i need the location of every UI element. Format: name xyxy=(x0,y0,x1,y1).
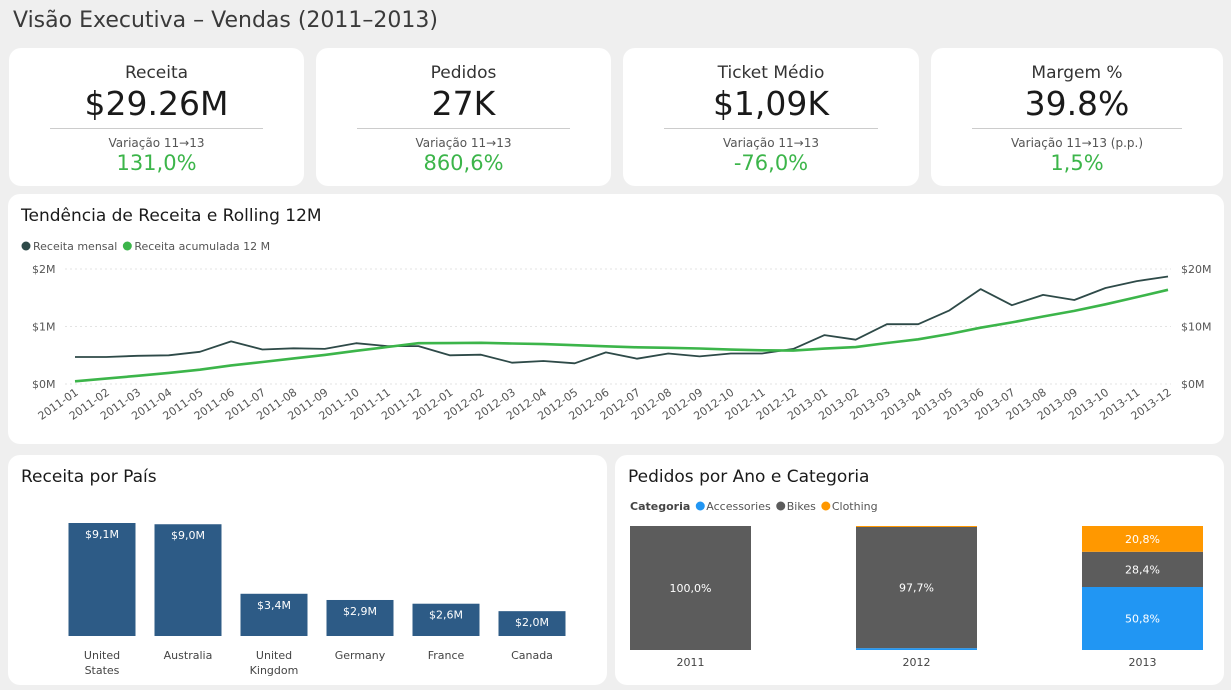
kpi-value: $29.26M xyxy=(84,84,229,123)
kpi-value: 39.8% xyxy=(1024,84,1130,123)
category-label: Kingdom xyxy=(250,664,299,677)
kpi-value: 27K xyxy=(431,84,496,123)
series-line-receita-mensal xyxy=(75,275,1169,365)
kpi-divider xyxy=(664,128,878,129)
segment-data-label: 97,7% xyxy=(899,582,934,595)
kpi-divider xyxy=(50,128,263,129)
bar-data-label: $2,9M xyxy=(343,605,377,618)
category-label: United xyxy=(84,649,120,662)
trend-legend: Receita mensal Receita acumulada 12 M xyxy=(21,240,270,253)
bar-data-label: $9,0M xyxy=(171,529,205,542)
kpi-title: Pedidos xyxy=(430,63,497,83)
kpi-variation-value: 860,6% xyxy=(423,151,504,175)
series-line-receita-acumulada xyxy=(74,288,1169,383)
y-right-tick-label: $20M xyxy=(1181,263,1212,276)
page-title: Visão Executiva – Vendas (2011–2013) xyxy=(13,8,438,33)
stacked-segment xyxy=(856,526,977,527)
legend-label: Accessories xyxy=(706,500,771,513)
stacked-segment xyxy=(856,648,977,650)
trend-panel: Tendência de Receita e Rolling 12M Recei… xyxy=(8,194,1224,444)
legend-label: Receita mensal xyxy=(33,240,117,253)
legend-marker xyxy=(821,501,831,511)
bar-data-label: $2,6M xyxy=(429,609,463,622)
y-right-tick-label: $0M xyxy=(1181,378,1205,391)
kpi-divider xyxy=(971,128,1183,129)
category-label: Australia xyxy=(164,649,213,662)
orders-panel: Pedidos por Ano e Categoria Categoria Acc… xyxy=(615,455,1224,685)
kpi-value: $1,09K xyxy=(712,84,830,123)
kpi-title: Receita xyxy=(124,63,189,83)
category-label: States xyxy=(85,664,120,677)
kpi-card-ticket-medio: Ticket Médio $1,09K Variação 11→13 -76,0… xyxy=(623,48,919,186)
kpi-title: Ticket Médio xyxy=(717,63,825,83)
kpi-variation-label: Variação 11→13 (p.p.) xyxy=(1011,136,1143,150)
category-label: Canada xyxy=(511,649,553,662)
kpi-variation-value: 1,5% xyxy=(1050,151,1104,175)
segment-data-label: 28,4% xyxy=(1125,563,1160,576)
category-label: 2011 xyxy=(677,656,705,669)
legend-marker xyxy=(776,501,786,511)
category-label: Germany xyxy=(335,649,386,662)
category-label: United xyxy=(256,649,292,662)
category-label: France xyxy=(428,649,465,662)
category-label: 2013 xyxy=(1129,656,1157,669)
bar-data-label: $2,0M xyxy=(515,616,549,629)
kpi-variation-value: 131,0% xyxy=(116,151,197,175)
legend-marker xyxy=(21,241,31,251)
kpi-divider xyxy=(357,128,570,129)
bar-data-label: $3,4M xyxy=(257,599,291,612)
kpi-variation-label: Variação 11→13 xyxy=(108,136,205,150)
segment-data-label: 100,0% xyxy=(670,582,712,595)
kpi-card-margem: Margem % 39.8% Variação 11→13 (p.p.) 1,5… xyxy=(931,48,1223,186)
y-right-tick-label: $10M xyxy=(1181,321,1212,334)
country-panel: Receita por País $9,1M United States $9,0M A… xyxy=(8,455,607,685)
legend-label: Bikes xyxy=(787,500,816,513)
kpi-variation-label: Variação 11→13 xyxy=(415,136,512,150)
kpi-card-receita: Receita $29.26M Variação 11→13 131,0% xyxy=(9,48,304,186)
orders-chart: Categoria Accessories Bikes Clothing 100,0% 2… xyxy=(630,500,1203,669)
legend-label: Receita acumulada 12 M xyxy=(134,240,270,253)
kpi-card-pedidos: Pedidos 27K Variação 11→13 860,6% xyxy=(316,48,611,186)
kpi-variation-label: Variação 11→13 xyxy=(723,136,819,150)
legend-marker xyxy=(122,241,132,251)
bar-data-label: $9,1M xyxy=(85,528,119,541)
legend-title: Categoria xyxy=(630,500,690,513)
y-left-tick-label: $0M xyxy=(32,378,56,391)
trend-chart: Receita mensal Receita acumulada 12 M $0M $… xyxy=(21,240,1212,423)
country-chart: $9,1M United States $9,0M Australia $3,4M Unit… xyxy=(68,523,566,677)
kpi-title: Margem % xyxy=(1031,63,1123,83)
kpi-variation-value: -76,0% xyxy=(733,151,809,175)
legend-marker xyxy=(695,501,705,511)
segment-data-label: 50,8% xyxy=(1125,613,1160,626)
orders-legend: Categoria Accessories Bikes Clothing xyxy=(630,500,878,513)
segment-data-label: 20,8% xyxy=(1125,533,1160,546)
y-left-tick-label: $2M xyxy=(32,263,56,276)
category-label: 2012 xyxy=(903,656,931,669)
y-left-tick-label: $1M xyxy=(32,321,56,334)
legend-label: Clothing xyxy=(832,500,878,513)
